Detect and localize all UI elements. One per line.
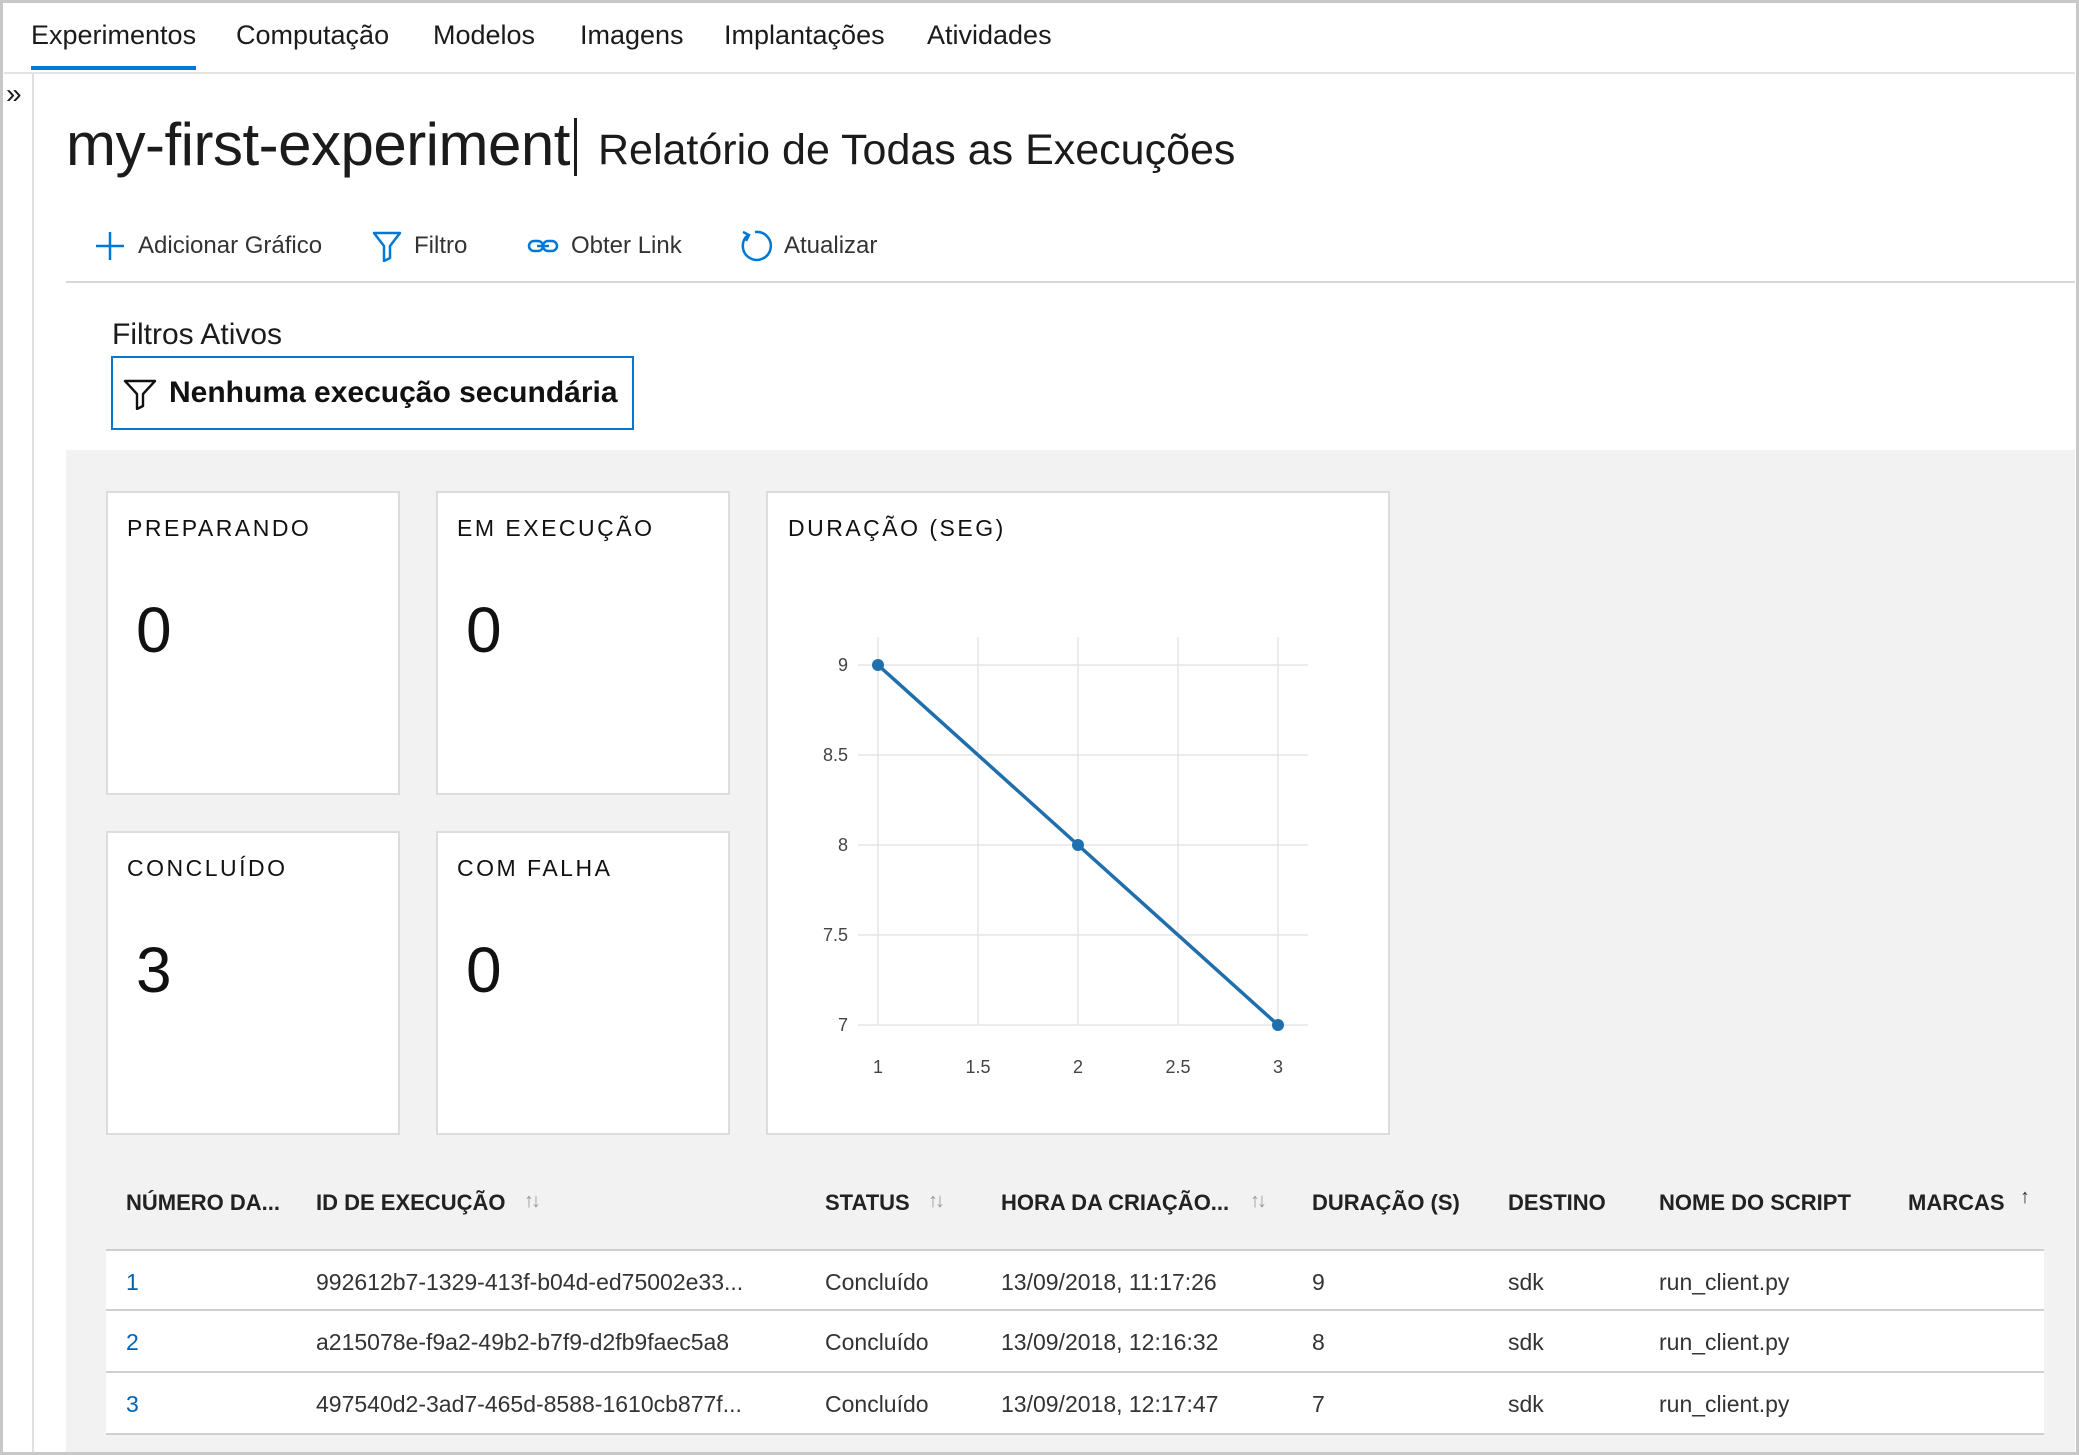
page-subtitle: Relatório de Todas as Execuções (598, 126, 1236, 174)
card-value: 0 (136, 594, 172, 666)
status-cell: Concluído (825, 1391, 929, 1417)
funnel-icon (372, 231, 402, 262)
x-tick-label: 3 (1273, 1057, 1283, 1077)
y-tick-label: 7.5 (823, 925, 848, 945)
sort-icon[interactable]: ↑↓ (928, 1190, 945, 1213)
tab-images[interactable]: Imagens (580, 20, 684, 51)
sort-icon[interactable]: ↑↓ (1250, 1190, 1267, 1213)
card-value: 0 (466, 594, 502, 666)
tab-models[interactable]: Modelos (433, 20, 535, 51)
target-cell: sdk (1508, 1391, 1544, 1417)
y-tick-label: 8 (838, 835, 848, 855)
x-tick-label: 2 (1073, 1057, 1083, 1077)
run-id-cell: a215078e-f9a2-49b2-b7f9-d2fb9faec5a8 (316, 1329, 730, 1355)
card-title: EM EXECUÇÃO (457, 515, 655, 541)
filter-button[interactable]: Filtro (372, 226, 467, 266)
column-header-duration[interactable]: DURAÇÃO (S) (1312, 1190, 1460, 1216)
script-name-cell: run_client.py (1659, 1269, 1790, 1295)
filter-label: Filtro (414, 232, 468, 259)
refresh-label: Atualizar (784, 232, 878, 259)
card-failed: COM FALHA 0 (436, 831, 730, 1135)
column-header-tags[interactable]: MARCAS (1908, 1190, 2005, 1216)
link-icon (527, 239, 559, 253)
expand-sidebar-button[interactable]: » (6, 80, 34, 112)
refresh-icon (741, 230, 772, 262)
target-cell: sdk (1508, 1269, 1544, 1295)
x-tick-label: 2.5 (1165, 1057, 1190, 1077)
card-value: 0 (466, 934, 502, 1006)
y-tick-label: 8.5 (823, 745, 848, 765)
run-id-cell: 497540d2-3ad7-465d-8588-1610cb877f... (316, 1391, 742, 1417)
column-header-run-number[interactable]: NÚMERO DA... (126, 1190, 280, 1216)
data-point (1072, 839, 1084, 851)
column-header-run-id[interactable]: ID DE EXECUÇÃO (316, 1190, 505, 1216)
tab-experiments[interactable]: Experimentos (31, 20, 197, 70)
data-point (1272, 1019, 1284, 1031)
x-tick-label: 1.5 (965, 1057, 990, 1077)
sort-ascending-icon[interactable]: ↑ (2020, 1186, 2030, 1209)
target-cell: sdk (1508, 1329, 1544, 1355)
data-point (872, 659, 884, 671)
status-cell: Concluído (825, 1269, 929, 1295)
column-header-created-time[interactable]: HORA DA CRIAÇÃO... (1001, 1190, 1229, 1216)
funnel-icon (123, 379, 157, 410)
add-chart-label: Adicionar Gráfico (138, 232, 323, 259)
x-tick-label: 1 (873, 1057, 883, 1077)
card-completed: CONCLUÍDO 3 (106, 831, 400, 1135)
top-nav: Experimentos Computação Modelos Imagens … (4, 4, 2075, 74)
run-number-link[interactable]: 2 (126, 1329, 139, 1356)
get-link-button[interactable]: Obter Link (527, 226, 682, 266)
script-name-cell: run_client.py (1659, 1329, 1790, 1355)
column-header-status[interactable]: STATUS (825, 1190, 910, 1216)
table-row[interactable]: 2 a215078e-f9a2-49b2-b7f9-d2fb9faec5a8 C… (106, 1311, 2044, 1373)
card-title: CONCLUÍDO (127, 855, 288, 881)
duration-cell: 7 (1312, 1391, 1325, 1417)
status-cell: Concluído (825, 1329, 929, 1355)
double-chevron-right-icon: » (6, 78, 22, 109)
y-tick-label: 9 (838, 655, 848, 675)
toolbar-divider (66, 281, 2075, 283)
script-name-cell: run_client.py (1659, 1391, 1790, 1417)
tab-activities[interactable]: Atividades (927, 20, 1052, 51)
y-tick-label: 7 (838, 1015, 848, 1035)
plus-icon (96, 232, 124, 260)
filter-chip-label: Nenhuma execução secundária (169, 376, 618, 409)
card-title: COM FALHA (457, 855, 613, 881)
card-running: EM EXECUÇÃO 0 (436, 491, 730, 795)
created-time-cell: 13/09/2018, 12:17:47 (1001, 1391, 1219, 1417)
card-value: 3 (136, 934, 172, 1006)
run-number-link[interactable]: 3 (126, 1391, 139, 1418)
filter-chip-no-child-runs[interactable]: Nenhuma execução secundária (111, 356, 634, 430)
page-title: my-first-experiment (66, 111, 570, 178)
tab-compute[interactable]: Computação (236, 20, 389, 51)
card-preparing: PREPARANDO 0 (106, 491, 400, 795)
table-row[interactable]: 1 992612b7-1329-413f-b04d-ed75002e33... … (106, 1249, 2044, 1311)
run-number-link[interactable]: 1 (126, 1269, 139, 1296)
refresh-button[interactable]: Atualizar (738, 226, 877, 266)
created-time-cell: 13/09/2018, 11:17:26 (1001, 1269, 1217, 1295)
add-chart-button[interactable]: Adicionar Gráfico (94, 226, 322, 266)
active-filters-heading: Filtros Ativos (112, 318, 283, 351)
sort-icon[interactable]: ↑↓ (524, 1190, 541, 1213)
duration-cell: 8 (1312, 1329, 1325, 1355)
duration-chart-card: DURAÇÃO (SEG) 1 1.5 2 2.5 3 9 8.5 8 7.5 7 (766, 491, 1390, 1135)
tab-deployments[interactable]: Implantações (724, 20, 885, 51)
column-header-target[interactable]: DESTINO (1508, 1190, 1606, 1216)
duration-line-chart: 1 1.5 2 2.5 3 9 8.5 8 7.5 7 (823, 637, 1308, 1077)
table-row[interactable]: 3 497540d2-3ad7-465d-8588-1610cb877f... … (106, 1373, 2044, 1435)
created-time-cell: 13/09/2018, 12:16:32 (1001, 1329, 1219, 1355)
title-separator (574, 118, 577, 176)
get-link-label: Obter Link (571, 232, 682, 259)
column-header-script-name[interactable]: NOME DO SCRIPT (1659, 1190, 1851, 1216)
card-title: PREPARANDO (127, 515, 312, 541)
run-id-cell: 992612b7-1329-413f-b04d-ed75002e33... (316, 1269, 744, 1295)
duration-cell: 9 (1312, 1269, 1325, 1295)
collapsed-sidebar: » (4, 74, 34, 1452)
